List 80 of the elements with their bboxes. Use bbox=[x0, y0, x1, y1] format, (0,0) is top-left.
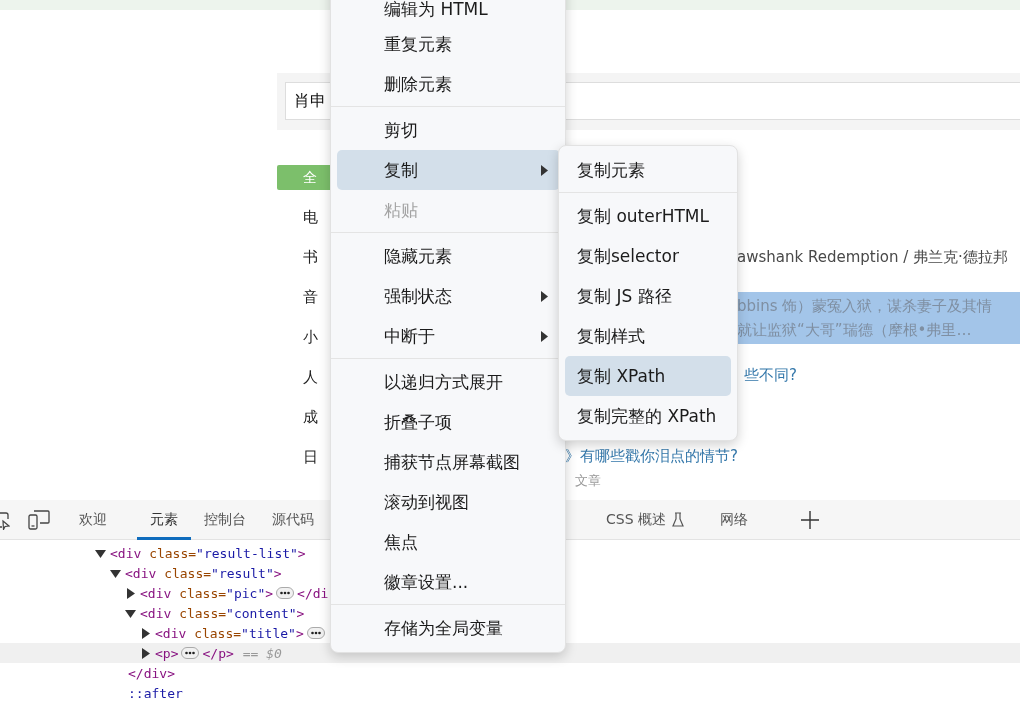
menu-item[interactable]: 折叠子项 bbox=[337, 402, 560, 442]
category-link[interactable]: 书 bbox=[303, 237, 318, 277]
submenu-arrow-icon bbox=[541, 164, 548, 176]
menu-item[interactable]: 强制状态 bbox=[337, 276, 560, 316]
expanded-arrow-icon[interactable] bbox=[95, 547, 106, 559]
category-link[interactable]: 小 bbox=[303, 317, 318, 357]
devtools-tab[interactable]: CSS 概述 bbox=[593, 499, 697, 540]
category-link[interactable]: 日 bbox=[303, 437, 318, 477]
menu-item-label: 折叠子项 bbox=[384, 410, 452, 434]
category-link[interactable]: 成 bbox=[303, 397, 318, 437]
category-link[interactable]: 音 bbox=[303, 277, 318, 317]
menu-item-label: 复制 bbox=[384, 158, 418, 182]
devtools-tab[interactable]: 控制台 bbox=[191, 499, 259, 540]
collapsed-arrow-icon[interactable] bbox=[125, 587, 136, 599]
collapsed-arrow-icon[interactable] bbox=[140, 627, 151, 639]
menu-item[interactable]: 中断于 bbox=[337, 316, 560, 356]
html-tag[interactable]: <div class="result"> bbox=[125, 565, 282, 581]
menu-item[interactable]: 复制完整的 XPath bbox=[565, 396, 731, 436]
expanded-arrow-icon[interactable] bbox=[125, 607, 136, 619]
menu-item[interactable]: 徽章设置... bbox=[337, 562, 560, 602]
html-tag[interactable]: <div class="title"> bbox=[155, 625, 304, 641]
devtools-tab[interactable]: 元素 bbox=[137, 499, 191, 540]
menu-item[interactable]: 复制selector bbox=[565, 236, 731, 276]
menu-item-label: 重复元素 bbox=[384, 32, 452, 56]
menu-item[interactable]: 存储为全局变量 bbox=[337, 608, 560, 648]
result-summary: 就让监狱“大哥”瑞德（摩根•弗里… bbox=[737, 320, 972, 341]
html-tag[interactable]: <p> bbox=[155, 645, 179, 661]
html-tag[interactable]: <div class="content"> bbox=[140, 605, 305, 621]
menu-item[interactable]: 复制样式 bbox=[565, 316, 731, 356]
menu-item[interactable]: 复制 bbox=[337, 150, 560, 190]
menu-item-label: 以递归方式展开 bbox=[384, 370, 503, 394]
menu-item[interactable]: 重复元素 bbox=[337, 24, 560, 64]
submenu-arrow-icon bbox=[541, 290, 548, 302]
menu-item-label: 强制状态 bbox=[384, 284, 452, 308]
collapsed-content-badge[interactable] bbox=[276, 587, 295, 599]
devtools-tab[interactable]: 源代码 bbox=[259, 499, 327, 540]
menu-item-label: 焦点 bbox=[384, 530, 418, 554]
submenu-arrow-icon bbox=[541, 330, 548, 342]
html-tag: </p> bbox=[202, 645, 234, 661]
collapsed-content-badge[interactable] bbox=[181, 647, 200, 659]
menu-item-label: 隐藏元素 bbox=[384, 244, 452, 268]
add-tab-icon[interactable] bbox=[801, 510, 819, 529]
result-summary: bbins 饰）蒙冤入狱，谋杀妻子及其情 bbox=[737, 296, 993, 317]
menu-item-label: 中断于 bbox=[384, 324, 435, 348]
result-link[interactable]: 些不同? bbox=[744, 365, 797, 385]
device-emulation-icon[interactable] bbox=[28, 509, 50, 530]
menu-item[interactable]: 隐藏元素 bbox=[337, 236, 560, 276]
html-tag[interactable]: <div class="pic"> bbox=[140, 585, 274, 601]
menu-item[interactable]: 复制 outerHTML bbox=[565, 196, 731, 236]
inspect-icon[interactable] bbox=[0, 509, 10, 530]
devtools-tab[interactable]: 欢迎 bbox=[66, 499, 120, 540]
menu-item-label: 编辑为 HTML bbox=[384, 0, 488, 21]
html-tag[interactable]: <div class="result-list"> bbox=[110, 545, 306, 561]
html-tag: </di bbox=[297, 585, 329, 601]
menu-item[interactable]: 编辑为 HTML bbox=[337, 0, 560, 24]
result-meta: 文章 bbox=[574, 472, 601, 490]
menu-item-label: 存储为全局变量 bbox=[384, 616, 503, 640]
collapsed-content-badge[interactable] bbox=[306, 627, 325, 639]
menu-item[interactable]: 捕获节点屏幕截图 bbox=[337, 442, 560, 482]
devtools-tab[interactable]: 网络 bbox=[707, 499, 761, 540]
menu-item[interactable]: 复制 JS 路径 bbox=[565, 276, 731, 316]
category-link[interactable]: 人 bbox=[303, 357, 318, 397]
html-tag[interactable]: </div> bbox=[128, 665, 175, 681]
html-tag[interactable]: ::after bbox=[128, 685, 183, 701]
expanded-arrow-icon[interactable] bbox=[110, 567, 121, 579]
menu-item-label: 捕获节点屏幕截图 bbox=[384, 450, 520, 474]
menu-item[interactable]: 复制 XPath bbox=[565, 356, 731, 396]
menu-item[interactable]: 焦点 bbox=[337, 522, 560, 562]
menu-item[interactable]: 以递归方式展开 bbox=[337, 362, 560, 402]
menu-item-label: 滚动到视图 bbox=[384, 490, 469, 514]
result-subtitle: awshank Redemption / 弗兰克·德拉邦 bbox=[737, 247, 1008, 267]
menu-item[interactable]: 复制元素 bbox=[565, 150, 731, 190]
category-link[interactable]: 电 bbox=[303, 197, 318, 237]
menu-item-label: 徽章设置... bbox=[384, 570, 469, 594]
menu-item[interactable]: 滚动到视图 bbox=[337, 482, 560, 522]
menu-item-label: 粘贴 bbox=[384, 198, 418, 222]
selected-node-marker: == $0 bbox=[242, 645, 282, 661]
collapsed-arrow-icon[interactable] bbox=[140, 647, 151, 659]
menu-item-label: 剪切 bbox=[384, 118, 418, 142]
result-link[interactable]: 》有哪些戳你泪点的情节? bbox=[565, 446, 738, 466]
